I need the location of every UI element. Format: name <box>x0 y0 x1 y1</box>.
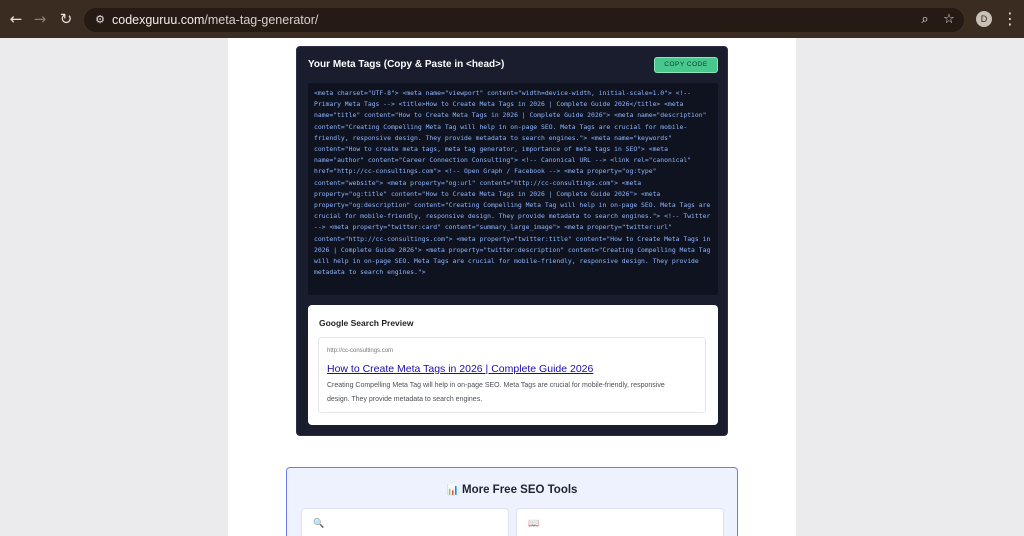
result-url: http://cc-consultings.com <box>327 348 394 354</box>
site-info-icon[interactable]: ⚙ <box>92 12 108 28</box>
url-path: /meta-tag-generator/ <box>204 13 319 27</box>
bar-chart-icon: 📊 <box>446 485 459 496</box>
meta-tags-output-card: Your Meta Tags (Copy & Paste in <head>) … <box>296 46 728 436</box>
search-result-preview: http://cc-consultings.com How to Create … <box>318 337 706 413</box>
zoom-icon[interactable]: ⌕ <box>916 11 934 29</box>
forward-button[interactable]: → <box>30 9 50 29</box>
code-output-box[interactable]: <meta charset="UTF-8"> <meta name="viewp… <box>308 83 718 295</box>
tools-heading-text: More Free SEO Tools <box>462 484 578 496</box>
more-seo-tools-section: 📊 More Free SEO Tools 🔍 📖 <box>286 467 738 536</box>
preview-title: Google Search Preview <box>319 318 414 328</box>
bookmark-star-icon[interactable]: ☆ <box>940 11 958 29</box>
url-text[interactable]: codexguruu.com/meta-tag-generator/ <box>112 12 318 28</box>
meta-tags-title: Your Meta Tags (Copy & Paste in <head>) <box>308 59 505 70</box>
meta-code-text: <meta charset="UTF-8"> <meta name="viewp… <box>314 89 711 277</box>
result-title-link[interactable]: How to Create Meta Tags in 2026 | Comple… <box>327 363 593 375</box>
reload-button[interactable]: ↻ <box>56 9 76 29</box>
url-domain: codexguruu.com <box>112 13 205 27</box>
browser-toolbar: ← → ↻ ⚙ codexguruu.com/meta-tag-generato… <box>0 0 1024 38</box>
address-bar[interactable]: ⚙ codexguruu.com/meta-tag-generator/ ⌕ ☆ <box>84 8 964 32</box>
tool-tile-search[interactable]: 🔍 <box>301 508 509 536</box>
google-search-preview-card: Google Search Preview http://cc-consulti… <box>308 305 718 425</box>
result-description: Creating Compelling Meta Tag will help i… <box>327 382 665 403</box>
browser-menu-icon[interactable]: ⋮ <box>1002 9 1018 29</box>
book-icon: 📖 <box>528 519 540 529</box>
tool-tile-book[interactable]: 📖 <box>516 508 724 536</box>
back-button[interactable]: ← <box>6 9 26 29</box>
magnifier-icon: 🔍 <box>313 519 325 529</box>
profile-avatar[interactable]: D <box>976 11 992 27</box>
tools-heading: 📊 More Free SEO Tools <box>287 484 737 496</box>
copy-code-button[interactable]: COPY CODE <box>654 57 718 73</box>
